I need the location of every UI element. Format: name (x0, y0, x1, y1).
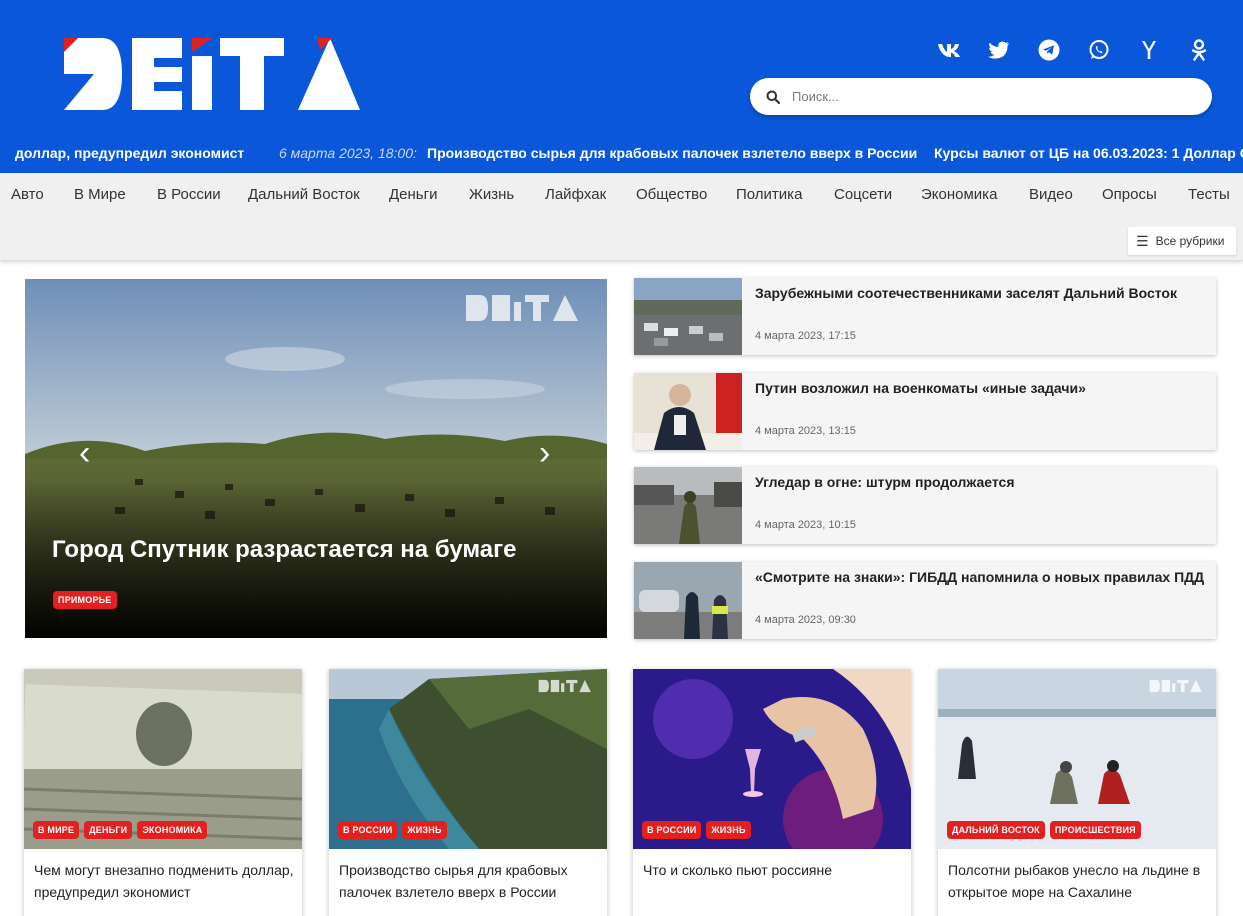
card-title[interactable]: Полсотни рыбаков унесло на льдине в откр… (948, 859, 1208, 903)
odnoklassniki-icon[interactable] (1180, 36, 1217, 64)
category-badge[interactable]: ЖИЗНЬ (402, 821, 447, 839)
news-thumbnail (634, 562, 742, 639)
site-header: доллар, предупредил экономист 6 марта 20… (0, 0, 1243, 173)
news-card[interactable]: В МИРЕ ДЕНЬГИ ЭКОНОМИКА Чем могут внезап… (24, 669, 302, 916)
watermark-logo (1149, 679, 1202, 693)
all-rubrics-label: Все рубрики (1155, 234, 1225, 248)
search-icon (766, 90, 780, 104)
ticker-item-text[interactable]: доллар, предупредил экономист (15, 145, 244, 161)
news-ticker: доллар, предупредил экономист 6 марта 20… (0, 138, 1243, 168)
side-news-title[interactable]: Зарубежными соотечественниками заселят Д… (755, 285, 1210, 301)
nav-item-video[interactable]: Видео (1029, 186, 1073, 203)
side-news-item[interactable]: Угледар в огне: штурм продолжается 4 мар… (634, 467, 1216, 544)
twitter-icon[interactable] (980, 36, 1017, 64)
ticker-item-text[interactable]: Курсы валют от ЦБ на 06.03.2023: 1 Долла… (934, 145, 1243, 161)
yandex-icon[interactable] (1130, 36, 1167, 64)
list-icon: ☰ (1136, 232, 1149, 249)
nav-item-tests[interactable]: Тесты (1188, 186, 1230, 203)
side-news-title[interactable]: «Смотрите на знаки»: ГИБДД напомнила о н… (755, 569, 1210, 585)
social-links (930, 36, 1230, 64)
hero-image (25, 279, 607, 638)
nav-item-politics[interactable]: Политика (736, 186, 802, 203)
hero-slider[interactable]: ‹ › Город Спутник разрастается на бумаге… (25, 279, 607, 638)
all-rubrics-button[interactable]: ☰ Все рубрики (1128, 227, 1236, 255)
side-news-item[interactable]: Путин возложил на военкоматы «иные задач… (634, 373, 1216, 450)
category-badge[interactable]: ПРОИСШЕСТВИЯ (1049, 821, 1141, 839)
news-card[interactable]: В РОССИИ ЖИЗНЬ Производство сырья для кр… (329, 669, 607, 916)
nav-item-money[interactable]: Деньги (389, 186, 437, 203)
side-news-date: 4 марта 2023, 09:30 (755, 614, 856, 626)
nav-item-world[interactable]: В Мире (74, 186, 126, 203)
news-thumbnail (634, 467, 742, 544)
category-badge[interactable]: ДЕНЬГИ (84, 821, 133, 839)
category-badge[interactable]: ЭКОНОМИКА (137, 821, 208, 839)
whatsapp-icon[interactable] (1080, 36, 1117, 64)
hero-title[interactable]: Город Спутник разрастается на бумаге (52, 536, 516, 564)
site-logo[interactable] (62, 34, 362, 112)
news-card[interactable]: В РОССИИ ЖИЗНЬ Что и сколько пьют россия… (633, 669, 911, 916)
category-badge[interactable]: В РОССИИ (642, 821, 702, 839)
ticker-item-date: 6 марта 2023, 18:00: (279, 145, 417, 161)
slider-next-button[interactable]: › (539, 434, 550, 473)
side-news-date: 4 марта 2023, 17:15 (755, 330, 856, 342)
side-news-item[interactable]: Зарубежными соотечественниками заселят Д… (634, 278, 1216, 355)
category-badge[interactable]: ЖИЗНЬ (706, 821, 751, 839)
nav-item-social[interactable]: Соцсети (834, 186, 892, 203)
vk-icon[interactable] (930, 36, 967, 64)
nav-item-polls[interactable]: Опросы (1102, 186, 1157, 203)
news-thumbnail (634, 278, 742, 355)
side-news-date: 4 марта 2023, 13:15 (755, 425, 856, 437)
nav-item-life[interactable]: Жизнь (469, 186, 514, 203)
card-title[interactable]: Что и сколько пьют россияне (643, 859, 903, 881)
news-thumbnail (634, 373, 742, 450)
card-badges: ДАЛЬНИЙ ВОСТОК ПРОИСШЕСТВИЯ (947, 821, 1141, 839)
nav-item-lifehack[interactable]: Лайфхак (545, 186, 606, 203)
watermark-logo (466, 295, 578, 321)
card-title[interactable]: Производство сырья для крабовых палочек … (339, 859, 599, 903)
search-box[interactable] (750, 78, 1212, 115)
hero-category-badge[interactable]: ПРИМОРЬЕ (53, 591, 117, 609)
watermark-logo (538, 679, 591, 693)
news-card[interactable]: ДАЛЬНИЙ ВОСТОК ПРОИСШЕСТВИЯ Полсотни рыб… (938, 669, 1216, 916)
main-navigation: Авто В Мире В России Дальний Восток День… (0, 173, 1243, 261)
side-news-title[interactable]: Путин возложил на военкоматы «иные задач… (755, 380, 1210, 396)
card-title[interactable]: Чем могут внезапно подменить доллар, пре… (34, 859, 294, 903)
telegram-icon[interactable] (1030, 36, 1067, 64)
nav-item-society[interactable]: Общество (636, 186, 707, 203)
nav-item-economy[interactable]: Экономика (921, 186, 997, 203)
side-news-date: 4 марта 2023, 10:15 (755, 519, 856, 531)
side-news-item[interactable]: «Смотрите на знаки»: ГИБДД напомнила о н… (634, 562, 1216, 639)
category-badge[interactable]: ДАЛЬНИЙ ВОСТОК (947, 821, 1045, 839)
nav-item-auto[interactable]: Авто (11, 186, 44, 203)
category-badge[interactable]: В РОССИИ (338, 821, 398, 839)
slider-prev-button[interactable]: ‹ (79, 434, 90, 473)
ticker-item-text[interactable]: Производство сырья для крабовых палочек … (427, 145, 917, 161)
nav-item-russia[interactable]: В России (157, 186, 221, 203)
card-badges: В МИРЕ ДЕНЬГИ ЭКОНОМИКА (33, 821, 208, 839)
card-badges: В РОССИИ ЖИЗНЬ (642, 821, 751, 839)
nav-item-far-east[interactable]: Дальний Восток (248, 186, 360, 203)
category-badge[interactable]: В МИРЕ (33, 821, 80, 839)
side-news-title[interactable]: Угледар в огне: штурм продолжается (755, 474, 1210, 490)
card-badges: В РОССИИ ЖИЗНЬ (338, 821, 447, 839)
search-input[interactable] (792, 89, 1192, 104)
